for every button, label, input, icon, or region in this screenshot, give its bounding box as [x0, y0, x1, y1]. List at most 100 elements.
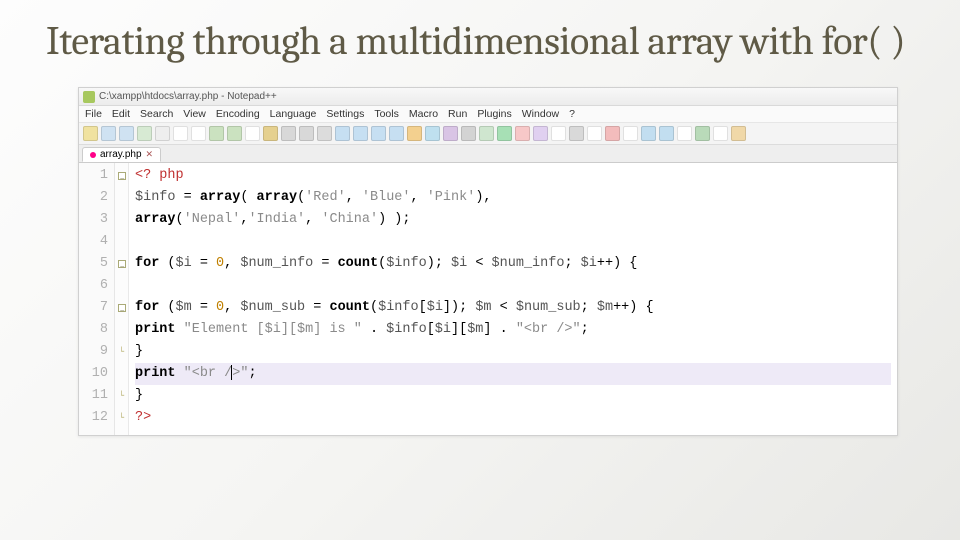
- toolbar-button-5[interactable]: [173, 126, 188, 141]
- fold-spacer: [115, 187, 128, 209]
- line-number: 11: [89, 385, 108, 407]
- code-line[interactable]: }: [135, 385, 891, 407]
- toolbar-button-30[interactable]: [623, 126, 638, 141]
- line-number: 6: [89, 275, 108, 297]
- toolbar-button-14[interactable]: [335, 126, 350, 141]
- toolbar-button-16[interactable]: [371, 126, 386, 141]
- line-number: 4: [89, 231, 108, 253]
- tab-label: array.php: [100, 149, 142, 160]
- toolbar-button-32[interactable]: [659, 126, 674, 141]
- titlebar-text: C:\xampp\htdocs\array.php - Notepad++: [99, 91, 277, 102]
- fold-end-icon: └: [115, 341, 128, 363]
- toolbar-button-27[interactable]: [569, 126, 584, 141]
- menu-language[interactable]: Language: [270, 108, 317, 120]
- code-line[interactable]: [135, 275, 891, 297]
- fold-spacer: [115, 275, 128, 297]
- toolbar-button-0[interactable]: [83, 126, 98, 141]
- tab-arrayphp[interactable]: array.php ✕: [82, 147, 161, 162]
- toolbar-button-20[interactable]: [443, 126, 458, 141]
- toolbar-button-7[interactable]: [209, 126, 224, 141]
- close-icon[interactable]: ✕: [146, 149, 154, 160]
- fold-spacer: [115, 209, 128, 231]
- code-line[interactable]: ?>: [135, 407, 891, 429]
- toolbar-button-11[interactable]: [281, 126, 296, 141]
- toolbar-button-18[interactable]: [407, 126, 422, 141]
- fold-spacer: [115, 231, 128, 253]
- fold-end-icon: └: [115, 385, 128, 407]
- menubar: File Edit Search View Encoding Language Settin…: [79, 106, 897, 123]
- toolbar: [79, 123, 897, 145]
- toolbar-button-13[interactable]: [317, 126, 332, 141]
- toolbar-button-29[interactable]: [605, 126, 620, 141]
- toolbar-button-19[interactable]: [425, 126, 440, 141]
- toolbar-button-34[interactable]: [695, 126, 710, 141]
- toolbar-button-24[interactable]: [515, 126, 530, 141]
- line-number: 8: [89, 319, 108, 341]
- code-line[interactable]: [135, 231, 891, 253]
- line-number: 2: [89, 187, 108, 209]
- code-line[interactable]: }: [135, 341, 891, 363]
- line-number: 10: [89, 363, 108, 385]
- toolbar-button-36[interactable]: [731, 126, 746, 141]
- toolbar-button-6[interactable]: [191, 126, 206, 141]
- line-number: 5: [89, 253, 108, 275]
- toolbar-button-15[interactable]: [353, 126, 368, 141]
- toolbar-button-33[interactable]: [677, 126, 692, 141]
- toolbar-button-21[interactable]: [461, 126, 476, 141]
- code-line[interactable]: <? php: [135, 165, 891, 187]
- line-number: 12: [89, 407, 108, 429]
- code-area[interactable]: 123456789101112 └└└ <? php$info = array(…: [79, 163, 897, 435]
- toolbar-button-3[interactable]: [137, 126, 152, 141]
- menu-search[interactable]: Search: [140, 108, 173, 120]
- fold-spacer: [115, 319, 128, 341]
- line-number: 3: [89, 209, 108, 231]
- menu-view[interactable]: View: [183, 108, 206, 120]
- code-line[interactable]: for ($i = 0, $num_info = count($info); $…: [135, 253, 891, 275]
- toolbar-button-8[interactable]: [227, 126, 242, 141]
- toolbar-button-22[interactable]: [479, 126, 494, 141]
- fold-toggle-icon[interactable]: [115, 297, 128, 319]
- menu-tools[interactable]: Tools: [374, 108, 399, 120]
- toolbar-button-12[interactable]: [299, 126, 314, 141]
- toolbar-button-9[interactable]: [245, 126, 260, 141]
- fold-spacer: [115, 363, 128, 385]
- line-number: 1: [89, 165, 108, 187]
- toolbar-button-31[interactable]: [641, 126, 656, 141]
- file-icon: [90, 152, 96, 158]
- menu-settings[interactable]: Settings: [326, 108, 364, 120]
- notepadpp-icon: [83, 91, 95, 103]
- tabbar: array.php ✕: [79, 145, 897, 163]
- code-line[interactable]: print "<br />";: [135, 363, 891, 385]
- toolbar-button-1[interactable]: [101, 126, 116, 141]
- menu-edit[interactable]: Edit: [112, 108, 130, 120]
- toolbar-button-2[interactable]: [119, 126, 134, 141]
- toolbar-button-23[interactable]: [497, 126, 512, 141]
- fold-end-icon: └: [115, 407, 128, 429]
- fold-toggle-icon[interactable]: [115, 165, 128, 187]
- toolbar-button-4[interactable]: [155, 126, 170, 141]
- fold-toggle-icon[interactable]: [115, 253, 128, 275]
- menu-window[interactable]: Window: [522, 108, 559, 120]
- code-line[interactable]: print "Element [$i][$m] is " . $info[$i]…: [135, 319, 891, 341]
- menu-run[interactable]: Run: [448, 108, 467, 120]
- code-line[interactable]: for ($m = 0, $num_sub = count($info[$i])…: [135, 297, 891, 319]
- menu-encoding[interactable]: Encoding: [216, 108, 260, 120]
- fold-column: └└└: [115, 163, 129, 435]
- menu-plugins[interactable]: Plugins: [477, 108, 511, 120]
- menu-macro[interactable]: Macro: [409, 108, 438, 120]
- code-line[interactable]: $info = array( array('Red', 'Blue', 'Pin…: [135, 187, 891, 209]
- code-line[interactable]: array('Nepal','India', 'China') );: [135, 209, 891, 231]
- toolbar-button-10[interactable]: [263, 126, 278, 141]
- slide-title: Iterating through a multidimensional arr…: [0, 0, 960, 65]
- code-editor[interactable]: <? php$info = array( array('Red', 'Blue'…: [129, 163, 897, 435]
- toolbar-button-35[interactable]: [713, 126, 728, 141]
- menu-file[interactable]: File: [85, 108, 102, 120]
- toolbar-button-25[interactable]: [533, 126, 548, 141]
- menu-?[interactable]: ?: [569, 108, 575, 120]
- line-number: 7: [89, 297, 108, 319]
- line-number-gutter: 123456789101112: [79, 163, 115, 435]
- toolbar-button-26[interactable]: [551, 126, 566, 141]
- toolbar-button-17[interactable]: [389, 126, 404, 141]
- titlebar: C:\xampp\htdocs\array.php - Notepad++: [79, 88, 897, 106]
- toolbar-button-28[interactable]: [587, 126, 602, 141]
